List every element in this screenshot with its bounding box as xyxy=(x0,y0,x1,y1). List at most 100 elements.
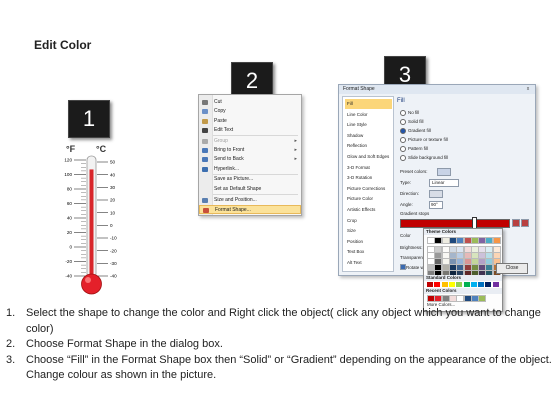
angle-value: 90° xyxy=(431,202,438,207)
menu-item-label: Paste xyxy=(214,117,227,124)
nav-item-picture-color[interactable]: Picture Color xyxy=(345,194,392,204)
menu-item-edit-text[interactable]: Edit Text xyxy=(199,126,301,135)
fill-option-label: Pattern fill xyxy=(408,146,429,152)
nav-item-fill[interactable]: Fill xyxy=(345,99,392,109)
add-stop-button[interactable] xyxy=(512,219,520,227)
nav-item-reflection[interactable]: Reflection xyxy=(345,141,392,151)
fill-option-label: Solid fill xyxy=(408,119,424,125)
submenu-arrow-icon: ▸ xyxy=(294,156,297,163)
angle-field[interactable]: 90° xyxy=(429,201,443,209)
nav-item-crop[interactable]: Crop xyxy=(345,216,392,226)
remove-stop-button[interactable] xyxy=(521,219,529,227)
menu-item-hyperlink[interactable]: Hyperlink... xyxy=(199,165,301,174)
radio-button[interactable] xyxy=(400,110,406,116)
menu-item-save-as-picture[interactable]: Save as Picture... xyxy=(199,175,301,184)
context-menu: Cut Copy Paste Edit Text Group ▸ Bring to Fron… xyxy=(198,94,302,216)
fill-option-solid-fill[interactable]: Solid fill xyxy=(400,119,424,125)
menu-item-cut[interactable]: Cut xyxy=(199,98,301,107)
nav-item-alt-text[interactable]: Alt Text xyxy=(345,258,392,268)
fahrenheit-tick-label: -20 xyxy=(65,259,72,264)
dialog-title: Format Shape xyxy=(339,85,535,94)
standard-color-swatch[interactable] xyxy=(470,282,477,287)
radio-button[interactable] xyxy=(400,119,406,125)
scissors-icon xyxy=(202,100,208,105)
page-title: Edit Color xyxy=(34,38,92,52)
brightness-label: Brightness: xyxy=(400,245,423,250)
type-value: Linear xyxy=(432,180,445,185)
radio-button[interactable] xyxy=(400,137,406,143)
dialog-close-button[interactable]: Close xyxy=(496,263,528,274)
preset-colors-dropdown[interactable] xyxy=(437,168,451,176)
standard-color-swatch[interactable] xyxy=(448,282,455,287)
preset-colors-label: Preset colors: xyxy=(400,169,428,174)
standard-color-swatch[interactable] xyxy=(434,282,441,287)
menu-item-label: Group xyxy=(214,137,228,144)
direction-label: Direction: xyxy=(400,191,420,196)
nav-item-3-d-format[interactable]: 3-D Format xyxy=(345,163,392,173)
nav-item-picture-corrections[interactable]: Picture Corrections xyxy=(345,184,392,194)
thermometer[interactable]: 120100806040200-20-40 50403020100-10-20-… xyxy=(58,152,128,312)
radio-button[interactable] xyxy=(400,128,406,134)
fahrenheit-tick-label: 60 xyxy=(67,201,73,206)
menu-item-size-and-position[interactable]: Size and Position... xyxy=(199,196,301,205)
fill-option-no-fill[interactable]: No fill xyxy=(400,110,419,116)
nav-item-glow-and-soft-edges[interactable]: Glow and Soft Edges xyxy=(345,152,392,162)
nav-item-line-style[interactable]: Line Style xyxy=(345,120,392,130)
menu-item-label: Set as Default Shape xyxy=(214,185,262,192)
fill-option-gradient-fill[interactable]: Gradient fill xyxy=(400,128,431,134)
menu-item-set-as-default-shape[interactable]: Set as Default Shape xyxy=(199,185,301,194)
nav-item-shadow[interactable]: Shadow xyxy=(345,131,392,141)
radio-button[interactable] xyxy=(400,146,406,152)
rotate-with-shape-checkbox[interactable] xyxy=(400,264,406,270)
theme-color-swatch[interactable] xyxy=(492,237,501,244)
standard-color-swatch[interactable] xyxy=(492,282,499,287)
angle-label: Angle: xyxy=(400,202,413,207)
standard-color-swatch[interactable] xyxy=(441,282,448,287)
menu-item-label: Size and Position... xyxy=(214,196,257,203)
menu-item-copy[interactable]: Copy xyxy=(199,107,301,116)
fill-option-pattern-fill[interactable]: Pattern fill xyxy=(400,146,428,152)
thermometer-bulb xyxy=(81,273,102,295)
standard-color-swatch[interactable] xyxy=(485,282,492,287)
menu-item-bring-to-front[interactable]: Bring to Front ▸ xyxy=(199,146,301,155)
edit-text-icon xyxy=(202,127,208,133)
nav-item-line-color[interactable]: Line Color xyxy=(345,110,392,120)
color-palette-popup: Theme Colors Standard Colors Recent Colo… xyxy=(423,228,503,312)
gradient-stops-bar[interactable] xyxy=(400,219,510,228)
direction-dropdown[interactable] xyxy=(429,190,443,198)
menu-item-paste[interactable]: Paste xyxy=(199,117,301,126)
celsius-tick-label: 20 xyxy=(110,198,116,203)
step-text: Select the shape to change the color and… xyxy=(26,307,541,335)
theme-colors-header: Theme Colors xyxy=(424,229,502,235)
menu-item-label: Cut xyxy=(214,99,222,105)
menu-item-send-to-back[interactable]: Send to Back ▸ xyxy=(199,155,301,164)
fahrenheit-tick-label: 20 xyxy=(67,230,73,235)
step-badge-1: 1 xyxy=(68,100,110,138)
celsius-tick-label: 0 xyxy=(110,223,113,228)
fill-option-picture-or-texture-fill[interactable]: Picture or texture fill xyxy=(400,137,448,143)
standard-color-swatch[interactable] xyxy=(463,282,470,287)
fahrenheit-tick-label: -40 xyxy=(65,274,72,279)
menu-item-format-shape[interactable]: Format Shape... xyxy=(199,204,301,214)
nav-item-position[interactable]: Position xyxy=(345,237,392,247)
menu-item-label: Copy xyxy=(214,108,226,115)
fahrenheit-tick-label: 80 xyxy=(67,187,73,192)
nav-item-3-d-rotation[interactable]: 3-D Rotation xyxy=(345,173,392,183)
step-item: 3. Choose “Fill” in the Format Shape box … xyxy=(6,353,554,384)
fill-option-slide-background-fill[interactable]: Slide background fill xyxy=(400,155,448,161)
nav-item-artistic-effects[interactable]: Artistic Effects xyxy=(345,205,392,215)
nav-item-text-box[interactable]: Text Box xyxy=(345,247,392,257)
type-dropdown[interactable]: Linear xyxy=(429,179,459,187)
menu-item-group[interactable]: Group ▸ xyxy=(199,137,301,146)
dialog-close-icon[interactable]: x xyxy=(524,86,532,92)
standard-color-swatch[interactable] xyxy=(478,282,485,287)
nav-item-size[interactable]: Size xyxy=(345,226,392,236)
step-text: Choose Format Shape in the dialog box. xyxy=(26,338,223,350)
standard-color-swatch[interactable] xyxy=(427,282,433,287)
standard-color-swatch[interactable] xyxy=(456,282,463,287)
celsius-tick-label: -20 xyxy=(110,248,117,253)
radio-button[interactable] xyxy=(400,155,406,161)
paste-icon xyxy=(202,118,208,124)
recent-color-swatch[interactable] xyxy=(478,295,487,302)
gradient-stops-label: Gradient stops xyxy=(400,211,430,216)
